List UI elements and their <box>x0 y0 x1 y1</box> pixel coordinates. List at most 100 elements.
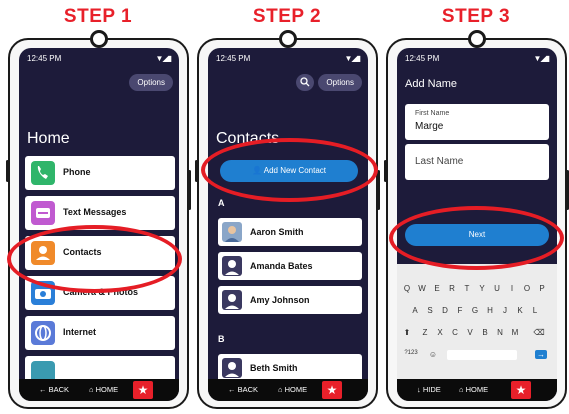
camera-notch <box>278 30 297 48</box>
last-name-placeholder: Last Name <box>415 156 464 167</box>
space-key[interactable] <box>447 350 517 360</box>
contacts-screen: 12:45 PM ▼◢▮ Options Contacts 👤 Add New … <box>208 48 368 401</box>
phone-icon <box>31 161 55 185</box>
phone-step-1: 12:45 PM ▼◢▮ Options Home Phone Text Mes… <box>6 30 191 409</box>
key[interactable]: M <box>509 328 521 337</box>
add-contact-icon: 👤 <box>251 166 262 175</box>
key[interactable]: E <box>431 284 443 293</box>
home-item-label: Phone <box>63 167 91 177</box>
key[interactable]: O <box>521 284 533 293</box>
enter-key-icon[interactable]: → <box>535 350 547 359</box>
first-name-value: Marge <box>415 121 444 132</box>
key[interactable]: X <box>434 328 446 337</box>
contact-row[interactable]: Amy Johnson <box>218 286 362 314</box>
camera-icon <box>31 281 55 305</box>
step-3-title: STEP 3 <box>441 6 511 27</box>
shift-key-icon[interactable]: ⬆ <box>401 328 413 337</box>
home-item-label: Internet <box>63 327 97 337</box>
options-button[interactable]: Options <box>318 74 362 91</box>
key[interactable]: A <box>409 306 421 315</box>
home-item-phone[interactable]: Phone <box>25 156 175 190</box>
key[interactable]: W <box>416 284 428 293</box>
page-title: Home <box>27 130 70 147</box>
home-item-label: Text Messages <box>63 207 127 217</box>
page-title: Add Name <box>405 78 457 90</box>
key[interactable]: Y <box>476 284 488 293</box>
last-name-field[interactable]: Last Name <box>405 144 549 180</box>
contact-name: Amy Johnson <box>250 295 310 305</box>
home-item-camera[interactable]: Camera & Photos <box>25 276 175 310</box>
camera-notch <box>467 30 486 48</box>
avatar-icon <box>222 256 242 276</box>
add-new-contact-button[interactable]: 👤 Add New Contact <box>220 160 358 182</box>
contact-row[interactable]: Beth Smith <box>218 354 362 382</box>
section-letter: A <box>218 198 225 208</box>
back-button[interactable]: ← BACK <box>39 385 69 394</box>
first-name-field[interactable]: First Name Marge <box>405 104 549 140</box>
signal-battery-icon: ▼◢▮ <box>344 54 362 63</box>
key[interactable]: H <box>484 306 496 315</box>
section-letter: B <box>218 334 225 344</box>
home-button[interactable]: ⌂ HOME <box>459 385 488 394</box>
home-icon: ⌂ <box>278 385 283 394</box>
phone-step-2: 12:45 PM ▼◢▮ Options Contacts 👤 Add New … <box>195 30 380 409</box>
key[interactable]: P <box>536 284 548 293</box>
key[interactable]: V <box>464 328 476 337</box>
bottom-nav: ← BACK ⌂ HOME ★ <box>19 379 179 401</box>
star-button[interactable]: ★ <box>133 381 153 399</box>
home-button[interactable]: ⌂ HOME <box>278 385 307 394</box>
emoji-key-icon[interactable]: ☺ <box>427 350 439 359</box>
key[interactable]: R <box>446 284 458 293</box>
numbers-key[interactable]: ?123 <box>401 350 421 356</box>
star-button[interactable]: ★ <box>322 381 342 399</box>
key[interactable]: F <box>454 306 466 315</box>
globe-icon <box>31 321 55 345</box>
key[interactable]: L <box>529 306 541 315</box>
key[interactable]: Z <box>419 328 431 337</box>
backspace-key-icon[interactable]: ⌫ <box>533 328 545 337</box>
key[interactable]: N <box>494 328 506 337</box>
key[interactable]: Q <box>401 284 413 293</box>
avatar-icon <box>222 290 242 310</box>
home-item-contacts[interactable]: Contacts <box>25 236 175 270</box>
signal-battery-icon: ▼◢▮ <box>155 54 173 63</box>
contact-name: Beth Smith <box>250 363 298 373</box>
star-icon: ★ <box>515 383 527 397</box>
search-button[interactable] <box>296 74 314 91</box>
hide-keyboard-button[interactable]: ↓ HIDE <box>417 385 441 394</box>
home-icon: ⌂ <box>89 385 94 394</box>
options-button[interactable]: Options <box>129 74 173 91</box>
status-time: 12:45 PM <box>216 54 251 63</box>
signal-battery-icon: ▼◢▮ <box>533 54 551 63</box>
next-button[interactable]: Next <box>405 224 549 246</box>
key[interactable]: I <box>506 284 518 293</box>
key[interactable]: J <box>499 306 511 315</box>
key[interactable]: C <box>449 328 461 337</box>
home-icon: ⌂ <box>459 385 464 394</box>
key[interactable]: B <box>479 328 491 337</box>
contact-name: Aaron Smith <box>250 227 304 237</box>
key[interactable]: T <box>461 284 473 293</box>
home-item-text-messages[interactable]: Text Messages <box>25 196 175 230</box>
key[interactable]: D <box>439 306 451 315</box>
status-time: 12:45 PM <box>405 54 440 63</box>
phone-step-3: 12:45 PM ▼◢▮ Add Name First Name Marge L… <box>384 30 569 409</box>
key[interactable]: S <box>424 306 436 315</box>
back-button[interactable]: ← BACK <box>228 385 258 394</box>
page-title: Contacts <box>216 130 280 147</box>
contact-name: Amanda Bates <box>250 261 313 271</box>
avatar <box>222 222 242 242</box>
contact-row[interactable]: Amanda Bates <box>218 252 362 280</box>
on-screen-keyboard[interactable]: Q W E R T Y U I O P A S D F G H J K L ⬆ … <box>397 264 557 384</box>
contacts-icon <box>31 241 55 265</box>
home-button[interactable]: ⌂ HOME <box>89 385 118 394</box>
avatar-icon <box>222 358 242 378</box>
key[interactable]: G <box>469 306 481 315</box>
star-button[interactable]: ★ <box>511 381 531 399</box>
contact-row[interactable]: Aaron Smith <box>218 218 362 246</box>
star-icon: ★ <box>137 383 149 397</box>
key[interactable]: U <box>491 284 503 293</box>
key[interactable]: K <box>514 306 526 315</box>
bottom-nav: ← BACK ⌂ HOME ★ <box>208 379 368 401</box>
home-item-internet[interactable]: Internet <box>25 316 175 350</box>
